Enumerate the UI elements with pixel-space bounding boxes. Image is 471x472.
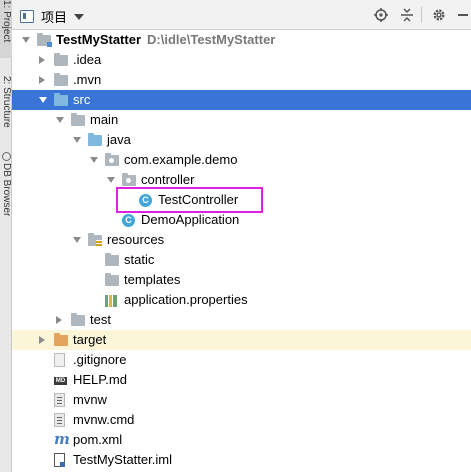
resources-folder-icon <box>88 233 102 246</box>
side-tab-project[interactable]: 1: Project <box>0 0 12 58</box>
tree-item-label: test <box>90 312 111 327</box>
folder-icon <box>71 113 85 126</box>
tree-item-testmystatter-iml[interactable]: TestMyStatter.iml <box>12 450 471 470</box>
tree-item-label: com.example.demo <box>124 152 238 167</box>
folder-icon <box>54 53 68 66</box>
chevron-right-icon[interactable] <box>39 56 45 64</box>
project-toolbar: 项目 <box>12 0 471 30</box>
tree-item-label: TestMyStatter.iml <box>73 452 172 467</box>
tree-item-com-example-demo[interactable]: com.example.demo <box>12 150 471 170</box>
project-view-selector[interactable]: 项目 <box>20 7 85 26</box>
chevron-down-icon[interactable] <box>56 117 64 123</box>
tree-item-templates[interactable]: templates <box>12 270 471 290</box>
iml-file-icon <box>54 453 65 467</box>
collapse-all-icon[interactable] <box>398 6 416 24</box>
java-class-icon: C <box>122 214 135 227</box>
tree-item-label: templates <box>124 272 181 287</box>
chevron-down-icon[interactable] <box>90 157 98 163</box>
chevron-down-icon[interactable] <box>73 137 81 143</box>
chevron-right-icon[interactable] <box>39 76 45 84</box>
tree-item-src[interactable]: src <box>12 90 471 110</box>
file-icon <box>54 413 65 427</box>
tree-item-label: TestMyStatter D:\idle\TestMyStatter <box>56 32 276 47</box>
tree-item-label: java <box>107 132 131 147</box>
maven-icon: m <box>54 430 70 448</box>
gitignore-file-icon <box>54 353 65 367</box>
package-icon <box>122 173 136 186</box>
tree-item-mvnw-cmd[interactable]: mvnw.cmd <box>12 410 471 430</box>
excluded-folder-icon <box>54 333 68 346</box>
project-window-icon <box>20 10 34 23</box>
locate-icon[interactable] <box>372 6 390 24</box>
side-tab-structure[interactable]: 2: Structure <box>0 76 12 134</box>
tree-item-demoapplication[interactable]: C DemoApplication <box>12 210 471 230</box>
side-tab-label: 2: Structure <box>1 76 12 128</box>
tree-item-label: main <box>90 112 119 127</box>
tree-item-mvnw[interactable]: mvnw <box>12 390 471 410</box>
project-tree: TestMyStatter D:\idle\TestMyStatter .idea.… <box>12 30 471 470</box>
tree-item-label: application.properties <box>124 292 248 307</box>
side-tab-label: DB Browser <box>1 163 12 217</box>
tree-item-pom-xml[interactable]: m pom.xml <box>12 430 471 450</box>
tree-item-label: pom.xml <box>73 432 123 447</box>
tree-item-application-properties[interactable]: application.properties <box>12 290 471 310</box>
chevron-down-icon[interactable] <box>22 37 30 43</box>
tree-item-target[interactable]: target <box>12 330 471 350</box>
tree-item-idea[interactable]: .idea <box>12 50 471 70</box>
project-view-title: 项目 <box>41 10 68 25</box>
tool-window-strip: 1: Project 2: Structure DB Browser <box>0 0 12 472</box>
project-path: D:\idle\TestMyStatter <box>147 32 276 47</box>
tree-item-label: HELP.md <box>73 372 127 387</box>
properties-file-icon <box>105 293 117 307</box>
chevron-down-icon[interactable] <box>107 177 115 183</box>
tree-item-java[interactable]: java <box>12 130 471 150</box>
tree-item-mvn[interactable]: .mvn <box>12 70 471 90</box>
chevron-right-icon[interactable] <box>39 336 45 344</box>
db-browser-icon <box>1 152 11 161</box>
tree-item-label: .mvn <box>73 72 102 87</box>
tree-item-label: mvnw <box>73 392 107 407</box>
tree-item-label: src <box>73 92 91 107</box>
side-tab-db-browser[interactable]: DB Browser <box>0 150 12 232</box>
module-folder-icon <box>37 33 52 47</box>
tree-item-test[interactable]: test <box>12 310 471 330</box>
tree-item-help-md[interactable]: MD HELP.md <box>12 370 471 390</box>
tree-item-resources[interactable]: resources <box>12 230 471 250</box>
source-folder-icon <box>88 133 102 146</box>
file-icon <box>54 393 65 407</box>
tree-item-testmystatter[interactable]: TestMyStatter D:\idle\TestMyStatter <box>12 30 471 50</box>
tree-item-main[interactable]: main <box>12 110 471 130</box>
side-tab-label: 1: Project <box>1 0 12 43</box>
gear-icon[interactable] <box>430 6 448 24</box>
tree-item-label: DemoApplication <box>141 212 240 227</box>
folder-icon <box>105 273 119 286</box>
tree-item-label: .idea <box>73 52 102 67</box>
folder-icon <box>105 253 119 266</box>
tree-item-label: resources <box>107 232 165 247</box>
source-folder-icon <box>54 93 68 106</box>
hide-panel-icon[interactable] <box>454 6 471 24</box>
chevron-down-icon[interactable] <box>74 13 85 20</box>
chevron-down-icon[interactable] <box>73 237 81 243</box>
toolbar-divider <box>421 7 422 23</box>
markdown-file-icon: MD <box>54 373 67 387</box>
package-icon <box>105 153 119 166</box>
folder-icon <box>54 73 68 86</box>
tree-item-static[interactable]: static <box>12 250 471 270</box>
chevron-right-icon[interactable] <box>56 316 62 324</box>
tree-item-label: .gitignore <box>73 352 127 367</box>
folder-icon <box>71 313 85 326</box>
tree-item-label: mvnw.cmd <box>73 412 135 427</box>
tree-item-label: target <box>73 332 107 347</box>
tree-item-label: static <box>124 252 155 267</box>
tree-item-gitignore[interactable]: .gitignore <box>12 350 471 370</box>
highlight-annotation-box <box>116 187 263 213</box>
chevron-down-icon[interactable] <box>39 97 47 103</box>
